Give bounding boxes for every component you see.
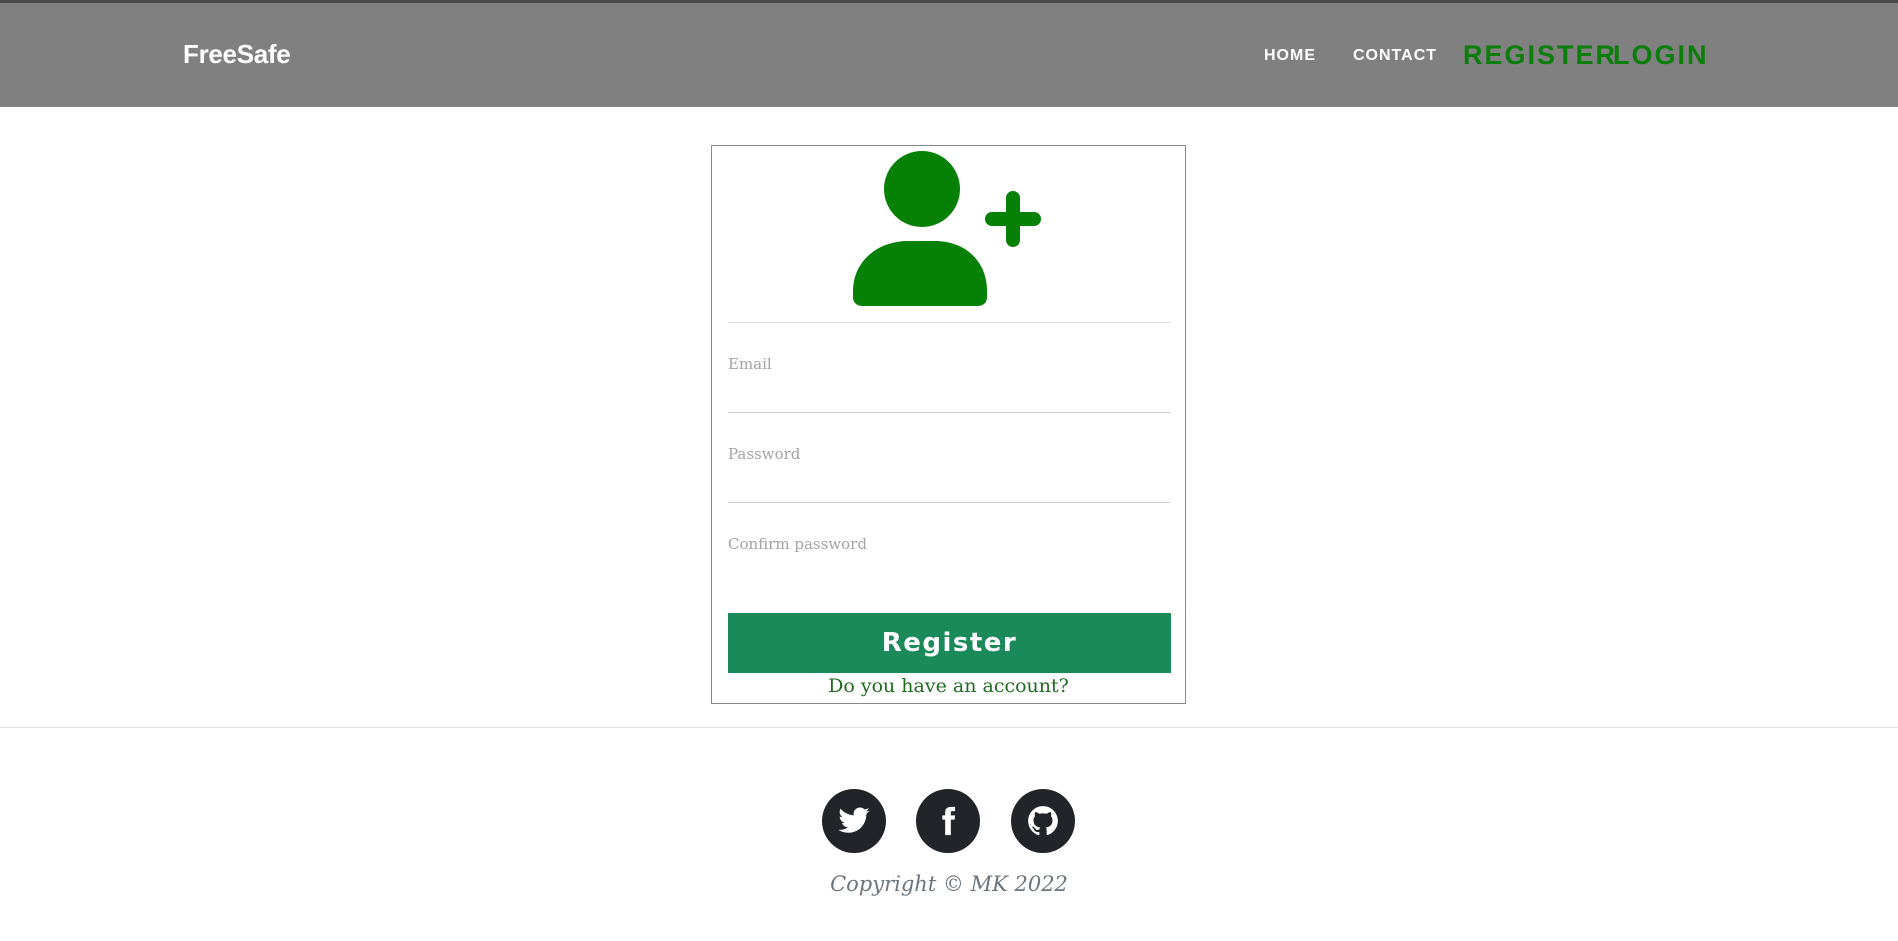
confirm-password-field: Confirm password [728, 503, 1170, 593]
github-icon [1028, 806, 1058, 836]
email-field: Email [728, 323, 1170, 413]
password-label: Password [728, 445, 801, 463]
confirm-password-input[interactable] [728, 555, 1170, 591]
brand-logo[interactable]: FreeSafe [183, 39, 291, 70]
nav-home-link[interactable]: HOME [1264, 47, 1316, 65]
facebook-button[interactable] [916, 789, 980, 853]
nav-login-link[interactable]: LOGIN [1613, 40, 1709, 71]
email-label: Email [728, 355, 772, 373]
confirm-password-label: Confirm password [728, 535, 867, 553]
nav-contact-link[interactable]: CONTACT [1353, 47, 1437, 65]
login-prompt-link[interactable]: Do you have an account? [712, 675, 1185, 697]
password-field: Password [728, 413, 1170, 503]
twitter-button[interactable] [822, 789, 886, 853]
register-card: Email Password Confirm password Register… [711, 145, 1186, 704]
email-input[interactable] [728, 375, 1170, 411]
footer-divider [0, 727, 1898, 728]
twitter-icon [838, 807, 870, 833]
user-plus-icon [853, 151, 1041, 306]
password-input[interactable] [728, 465, 1170, 501]
facebook-icon [942, 806, 956, 836]
copyright-text: Copyright © MK 2022 [830, 872, 1068, 896]
register-button[interactable]: Register [728, 613, 1171, 673]
github-button[interactable] [1011, 789, 1075, 853]
nav-register-link[interactable]: REGISTER [1463, 40, 1617, 71]
navbar: FreeSafe HOME CONTACT REGISTER LOGIN [0, 0, 1898, 107]
